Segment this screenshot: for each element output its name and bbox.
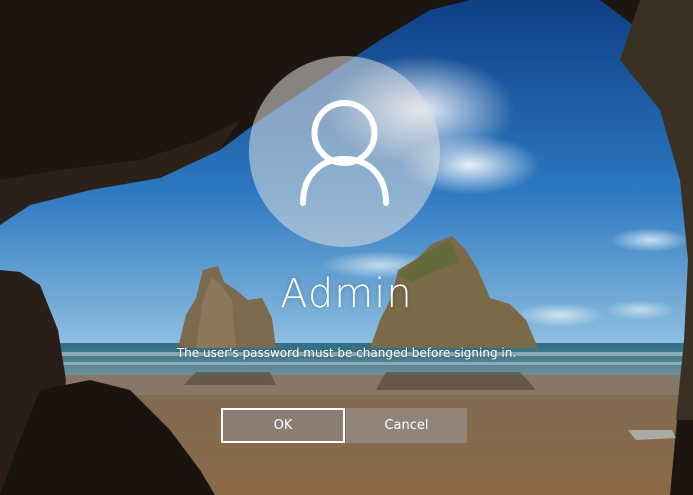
- cancel-button[interactable]: Cancel: [346, 408, 467, 443]
- user-icon: [300, 100, 389, 206]
- username: Admin: [280, 271, 413, 317]
- password-change-message: The user's password must be changed befo…: [176, 346, 517, 360]
- user-avatar: [249, 56, 440, 247]
- ok-button[interactable]: OK: [221, 408, 345, 443]
